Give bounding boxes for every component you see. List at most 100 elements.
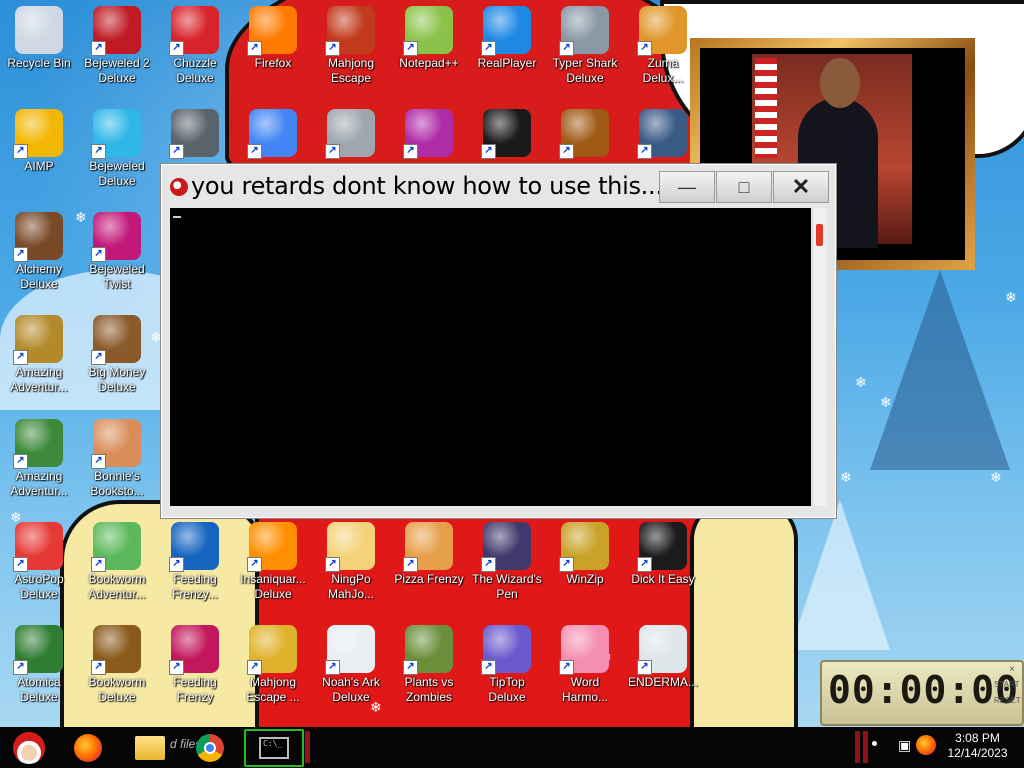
desktop-icon-label: Amazing Adventur... <box>10 365 68 394</box>
desktop: ❄ ❄ ❄ ❄ ❄ ❄ ❄ ❄ ❄ ❄ Recycle Bin↗Bejewele… <box>0 0 1024 727</box>
console-window[interactable]: you retards dont know how to use this...… <box>160 163 837 519</box>
close-button[interactable]: ✕ <box>773 171 829 203</box>
desktop-icon[interactable]: ↗ Amazing Adventur... <box>0 413 78 509</box>
portrait-head <box>820 58 860 108</box>
desktop-icon[interactable]: ↗ Bookworm Deluxe <box>78 619 156 715</box>
shortcut-arrow-icon: ↗ <box>13 144 28 159</box>
minimize-button[interactable]: — <box>659 171 715 203</box>
shortcut-arrow-icon: ↗ <box>13 557 28 572</box>
snowflake-icon: ❄ <box>1005 289 1017 305</box>
desktop-icon[interactable]: ↗ Alchemy Deluxe <box>0 206 78 302</box>
shortcut-arrow-icon: ↗ <box>13 247 28 262</box>
desktop-icon[interactable]: ↗ RealPlayer <box>468 0 546 96</box>
desktop-icon[interactable]: ↗ Atomica Deluxe <box>0 619 78 715</box>
desktop-icon[interactable]: ↗ Feeding Frenzy... <box>156 516 234 612</box>
desktop-icon[interactable]: ↗ AstroPop Deluxe <box>0 516 78 612</box>
bejeweled-2-icon: ↗ <box>91 6 141 56</box>
console-cursor <box>173 216 181 218</box>
scrollbar-thumb[interactable] <box>816 224 823 246</box>
desktop-icon[interactable]: ↗ Chuzzle Deluxe <box>156 0 234 96</box>
word-harmony-icon: ↗ <box>559 625 609 675</box>
recycle-bin-icon <box>15 6 63 54</box>
p-app-icon: ↗ <box>403 109 453 159</box>
shortcut-arrow-icon: ↗ <box>247 557 262 572</box>
stopwatch-reset-button[interactable]: RESET <box>994 696 1021 705</box>
chrome-icon <box>196 734 224 762</box>
shortcut-arrow-icon: ↗ <box>247 41 262 56</box>
desktop-icon[interactable]: ↗Mahjong Escape Anci... <box>312 0 390 96</box>
enderman-icon: ↗ <box>637 625 687 675</box>
gear-app-icon: ↗ <box>169 109 219 159</box>
taskbar-chrome[interactable] <box>188 730 232 766</box>
shortcut-arrow-icon: ↗ <box>325 144 340 159</box>
stopwatch-start-button[interactable]: START <box>994 680 1019 689</box>
desktop-icon[interactable]: ↗ TipTop Deluxe <box>468 619 546 715</box>
notepad-plus-plus-icon: ↗ <box>403 6 453 56</box>
desktop-icon[interactable]: ↗Feeding Frenzy Deluxe <box>156 619 234 715</box>
taskbar-time: 3:08 PM <box>955 731 1000 745</box>
desktop-icon[interactable]: ↗ AIMP <box>0 103 78 199</box>
desktop-icon[interactable]: Recycle Bin <box>0 0 78 96</box>
desktop-icon[interactable]: ↗ Notepad++ <box>390 0 468 96</box>
shortcut-arrow-icon: ↗ <box>637 144 652 159</box>
desktop-icon[interactable]: ↗ Bejeweled Deluxe <box>78 103 156 199</box>
desktop-icon[interactable]: ↗ Bejeweled 2 Deluxe <box>78 0 156 96</box>
desktop-icon[interactable]: ↗ WinZip <box>546 516 624 612</box>
desktop-icon[interactable]: ↗ Bookworm Adventur... <box>78 516 156 612</box>
shortcut-arrow-icon: ↗ <box>325 41 340 56</box>
desktop-icon[interactable]: ↗ Big Money Deluxe <box>78 309 156 405</box>
desktop-icon[interactable]: ↗ Insaniquar... Deluxe <box>234 516 312 612</box>
desktop-icon[interactable]: ↗ Noah's Ark Deluxe <box>312 619 390 715</box>
shortcut-arrow-icon: ↗ <box>247 144 262 159</box>
realplayer-icon: ↗ <box>481 6 531 56</box>
snowflake-icon: ❄ <box>855 374 867 390</box>
desktop-icon[interactable]: ↗ ENDERMA... <box>624 619 702 715</box>
desktop-icon[interactable]: ↗ Pizza Frenzy <box>390 516 468 612</box>
network-icon[interactable]: ▣ <box>898 737 911 754</box>
desktop-icon[interactable]: ↗ Amazing Adventur... <box>0 309 78 405</box>
desktop-icon[interactable]: ↗ Typer Shark Deluxe <box>546 0 624 96</box>
shortcut-arrow-icon: ↗ <box>91 41 106 56</box>
stopwatch-display: 00:00:00 <box>828 668 1020 712</box>
desktop-icon-label: Atomica Deluxe <box>17 675 61 704</box>
taskbar-date: 12/14/2023 <box>947 746 1008 760</box>
console-icon: C:\_ <box>259 737 289 759</box>
desktop-icon[interactable]: ↗ Firefox <box>234 0 312 96</box>
desktop-icon-label: Alchemy Deluxe <box>15 262 62 291</box>
firefox-tray-icon[interactable] <box>916 735 936 755</box>
desktop-icon-label: Recycle Bin <box>7 56 71 70</box>
shortcut-arrow-icon: ↗ <box>91 247 106 262</box>
desktop-icon-label: WinZip <box>566 572 604 586</box>
desktop-icon[interactable]: ↗ Plants vs Zombies <box>390 619 468 715</box>
desktop-icon[interactable]: ↗ Word Harmo... <box>546 619 624 715</box>
taskbar-divider <box>305 731 310 763</box>
desktop-icon[interactable]: ↗ The Wizard's Pen <box>468 516 546 612</box>
shortcut-arrow-icon: ↗ <box>559 660 574 675</box>
chuzzle-icon: ↗ <box>169 6 219 56</box>
dick-it-easy-icon: ↗ <box>637 522 687 572</box>
console-titlebar[interactable]: you retards dont know how to use this...… <box>161 164 836 208</box>
console-scrollbar[interactable] <box>812 208 827 506</box>
shortcut-arrow-icon: ↗ <box>403 41 418 56</box>
desktop-icon[interactable]: ↗ Dick It Easy <box>624 516 702 612</box>
taskbar-console[interactable]: C:\_ <box>244 729 304 767</box>
shortcut-arrow-icon: ↗ <box>403 660 418 675</box>
desktop-icon-label: Mahjong Escape ... <box>246 675 300 704</box>
tray-dot-icon[interactable] <box>872 741 877 746</box>
taskbar-firefox[interactable] <box>66 730 110 766</box>
start-button[interactable] <box>2 728 56 767</box>
desktop-icon[interactable]: ↗ Bejeweled Twist <box>78 206 156 302</box>
desktop-icon-label: Feeding Frenzy Deluxe <box>173 675 217 704</box>
stopwatch-close-button[interactable]: × <box>1009 664 1015 675</box>
maximize-button[interactable]: □ <box>716 171 772 203</box>
console-output[interactable] <box>170 208 811 506</box>
ningpo-mahjong-icon: ↗ <box>325 522 375 572</box>
desktop-icon[interactable]: ↗ Bonnie's Booksto... <box>78 413 156 509</box>
console-app-icon[interactable] <box>170 178 188 196</box>
taskbar-clock[interactable]: 3:08 PM 12/14/2023 <box>935 731 1020 761</box>
desktop-icon[interactable]: ↗ NingPo MahJo... <box>312 516 390 612</box>
desktop-icon[interactable]: ↗ Mahjong Escape ... <box>234 619 312 715</box>
taskbar-file-explorer[interactable] <box>128 730 172 766</box>
snowflake-icon: ❄ <box>990 469 1002 485</box>
stopwatch-widget[interactable]: 00:00:00 START RESET × <box>820 660 1024 726</box>
